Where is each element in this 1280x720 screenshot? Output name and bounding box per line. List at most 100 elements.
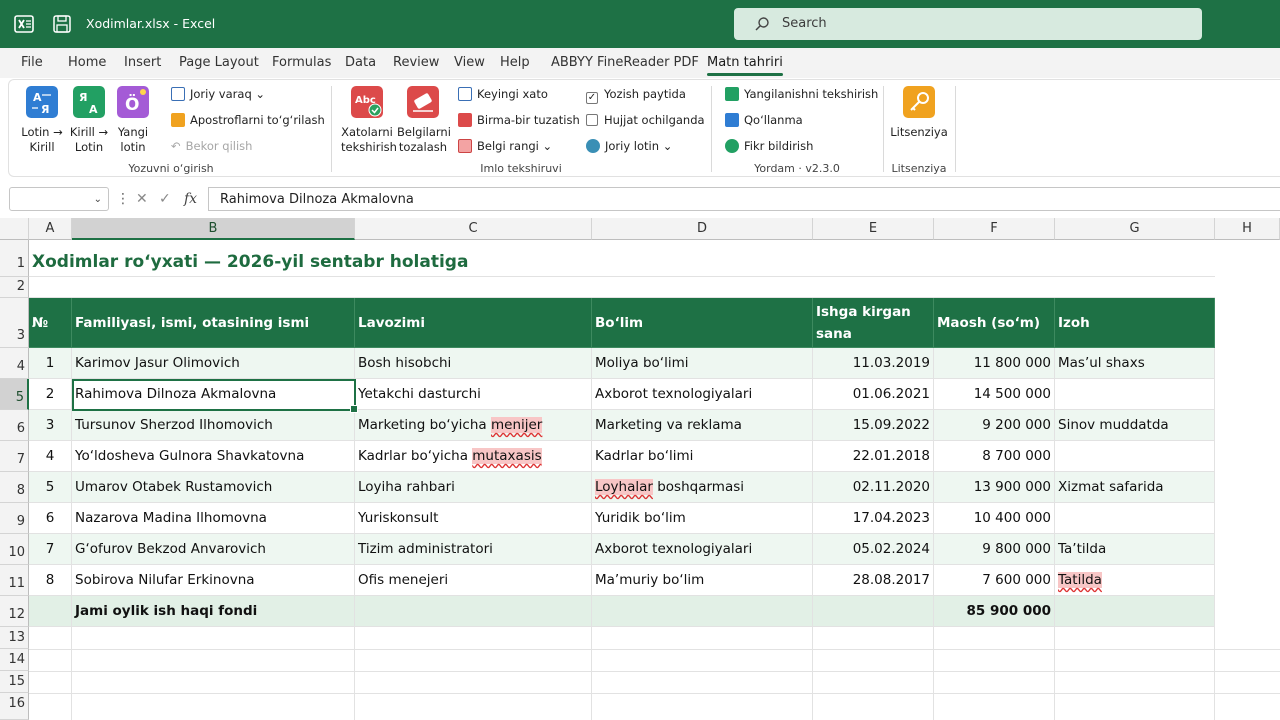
mark-color-dropdown[interactable]: Belgi rangi ⌄ [458, 139, 552, 153]
row-header[interactable]: 10 [0, 534, 29, 565]
cell-note[interactable]: Xizmat safarida [1055, 472, 1215, 503]
row-header[interactable]: 12 [0, 596, 29, 627]
manual-button[interactable]: Qo‘llanma [725, 113, 803, 127]
column-header-c[interactable]: C [355, 218, 592, 240]
column-header-a[interactable]: A [29, 218, 72, 240]
cell-hire-date[interactable]: 11.03.2019 [813, 348, 934, 379]
empty-area[interactable] [934, 627, 1055, 720]
cell-salary[interactable]: 14 500 000 [934, 379, 1055, 410]
tab-home[interactable]: Home [68, 55, 106, 70]
column-header-b[interactable]: B [72, 218, 355, 240]
cell-note[interactable]: Ta’tilda [1055, 534, 1215, 565]
row-header[interactable]: 13 [0, 627, 29, 649]
cell-note[interactable]: Mas’ul shaxs [1055, 348, 1215, 379]
cell-name[interactable]: G‘ofurov Bekzod Anvarovich [72, 534, 355, 565]
empty-area[interactable] [592, 627, 813, 720]
cell-hire-date[interactable]: 01.06.2021 [813, 379, 934, 410]
cell-department[interactable]: Ma’muriy bo‘lim [592, 565, 813, 596]
row-header[interactable]: 8 [0, 472, 29, 503]
save-icon[interactable] [52, 14, 72, 34]
empty-area[interactable] [29, 627, 72, 720]
cell-name[interactable]: Yo‘ldosheva Gulnora Shavkatovna [72, 441, 355, 472]
cell-name[interactable]: Karimov Jasur Olimovich [72, 348, 355, 379]
cell-number[interactable]: 1 [29, 348, 72, 379]
header-hire-date[interactable]: Ishga kirgan sana [813, 298, 934, 348]
cell-name[interactable]: Sobirova Nilufar Erkinovna [72, 565, 355, 596]
check-while-typing-toggle[interactable]: ✓ Yozish paytida [586, 87, 686, 104]
header-department[interactable]: Bo‘lim [592, 298, 813, 348]
cell-position[interactable]: Tizim administratori [355, 534, 592, 565]
row-2-cells[interactable] [29, 277, 1215, 298]
row-header[interactable]: 14 [0, 649, 29, 671]
check-updates-button[interactable]: Yangilanishni tekshirish [725, 87, 878, 101]
cell-position[interactable]: Kadrlar bo‘yicha mutaxasis [355, 441, 592, 472]
insert-function-icon[interactable]: fx [184, 191, 197, 207]
row-header[interactable]: 4 [0, 348, 29, 379]
total-empty-cell[interactable] [1055, 596, 1215, 627]
chevron-down-icon[interactable]: ⌄ [94, 194, 102, 205]
row-header[interactable]: 15 [0, 671, 29, 693]
cell-number[interactable]: 4 [29, 441, 72, 472]
column-header-e[interactable]: E [813, 218, 934, 240]
column-header-d[interactable]: D [592, 218, 813, 240]
new-latin-button[interactable]: Ö Yangi lotin [113, 86, 153, 154]
latin-to-cyrillic-button[interactable]: A Я Lotin → Kirill [19, 86, 65, 154]
cell-salary[interactable]: 9 800 000 [934, 534, 1055, 565]
check-errors-button[interactable]: Abc Xatolarni tekshirish [341, 86, 397, 154]
formula-input[interactable]: Rahimova Dilnoza Akmalovna [208, 187, 1280, 211]
fix-one-button[interactable]: Birma-bir tuzatish [458, 113, 580, 127]
tab-abbyy[interactable]: ABBYY FineReader PDF [551, 55, 699, 70]
next-error-button[interactable]: Keyingi xato [458, 87, 548, 101]
cell-name[interactable]: Tursunov Sherzod Ilhomovich [72, 410, 355, 441]
empty-area[interactable] [1055, 627, 1215, 720]
cell-department[interactable]: Loyhalar boshqarmasi [592, 472, 813, 503]
row-header[interactable]: 16 [0, 693, 29, 720]
cell-number[interactable]: 2 [29, 379, 72, 410]
cell-hire-date[interactable]: 02.11.2020 [813, 472, 934, 503]
cell-hire-date[interactable]: 05.02.2024 [813, 534, 934, 565]
tab-help[interactable]: Help [500, 55, 530, 70]
cell-note[interactable] [1055, 379, 1215, 410]
cell-position[interactable]: Loyiha rahbari [355, 472, 592, 503]
tab-page-layout[interactable]: Page Layout [179, 55, 259, 70]
cell-note[interactable] [1055, 503, 1215, 534]
cell-position[interactable]: Yetakchi dasturchi [355, 379, 592, 410]
cell-number[interactable]: 6 [29, 503, 72, 534]
cell-hire-date[interactable]: 22.01.2018 [813, 441, 934, 472]
tab-review[interactable]: Review [393, 55, 439, 70]
cell-salary[interactable]: 7 600 000 [934, 565, 1055, 596]
sheet-title[interactable]: Xodimlar ro‘yxati — 2026-yil sentabr hol… [32, 252, 468, 272]
total-label[interactable]: Jami oylik ish haqi fondi [72, 596, 355, 627]
cell-department[interactable]: Kadrlar bo‘limi [592, 441, 813, 472]
cell-department[interactable]: Axborot texnologiyalari [592, 379, 813, 410]
search-box[interactable]: Search [734, 8, 1202, 40]
cell-department[interactable]: Moliya bo‘limi [592, 348, 813, 379]
tab-matn-tahriri[interactable]: Matn tahriri [707, 55, 783, 76]
cell-salary[interactable]: 10 400 000 [934, 503, 1055, 534]
cell-salary[interactable]: 11 800 000 [934, 348, 1055, 379]
row-header[interactable]: 3 [0, 298, 29, 348]
cell-number[interactable]: 5 [29, 472, 72, 503]
cell-note[interactable] [1055, 441, 1215, 472]
cell-hire-date[interactable]: 28.08.2017 [813, 565, 934, 596]
clear-marks-button[interactable]: Belgilarni tozalash [397, 86, 451, 154]
feedback-button[interactable]: Fikr bildirish [725, 139, 813, 153]
cell-hire-date[interactable]: 15.09.2022 [813, 410, 934, 441]
total-value[interactable]: 85 900 000 [934, 596, 1055, 627]
total-empty-cell[interactable] [813, 596, 934, 627]
total-empty-cell[interactable] [355, 596, 592, 627]
empty-area[interactable] [813, 627, 934, 720]
on-doc-open-toggle[interactable]: Hujjat ochilganda [586, 113, 705, 127]
tab-file[interactable]: File [21, 55, 43, 70]
header-salary[interactable]: Maosh (so‘m) [934, 298, 1055, 348]
empty-area[interactable] [72, 627, 355, 720]
header-position[interactable]: Lavozimi [355, 298, 592, 348]
column-header-f[interactable]: F [934, 218, 1055, 240]
undo-button[interactable]: ↶ Bekor qilish [171, 139, 252, 153]
cell-salary[interactable]: 13 900 000 [934, 472, 1055, 503]
row-header[interactable]: 9 [0, 503, 29, 534]
worksheet-grid[interactable]: A B C D E F G H 1 2 3 4 5 6 7 8 9 10 11 … [0, 218, 1280, 720]
cell-position[interactable]: Ofis menejeri [355, 565, 592, 596]
tab-data[interactable]: Data [345, 55, 376, 70]
cyrillic-to-latin-button[interactable]: Я A Kirill → Lotin [67, 86, 111, 154]
